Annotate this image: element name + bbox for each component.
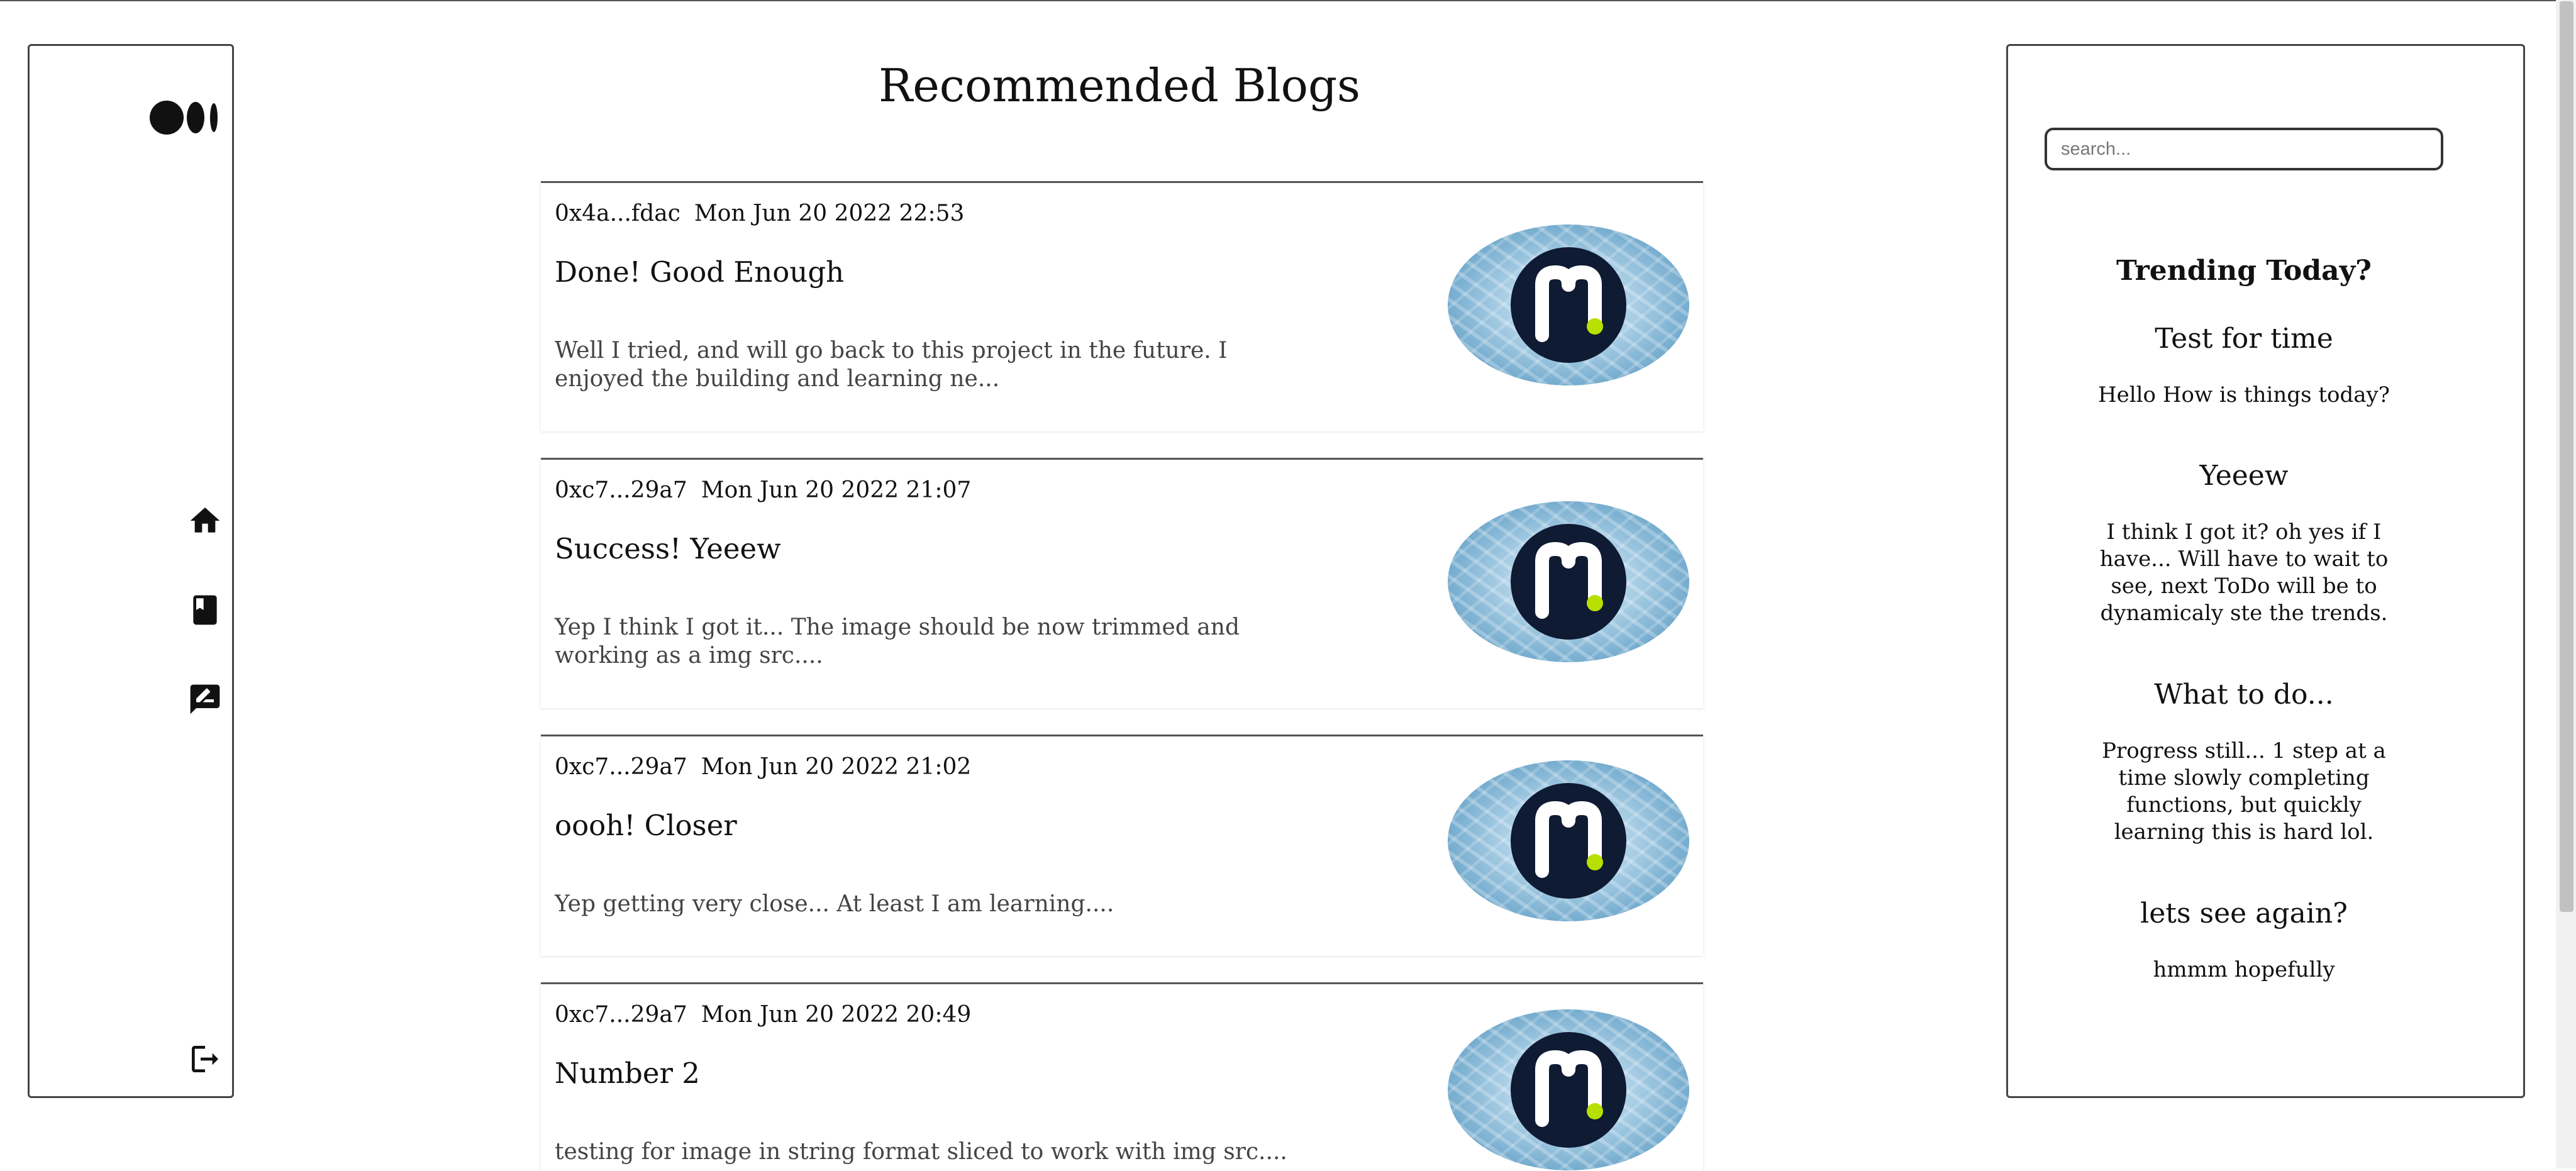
trending-item-body: Progress still... 1 step at a time slowl… [2102,738,2386,845]
trending-item-title[interactable]: Test for time [2045,321,2443,357]
medium-logo[interactable] [149,99,225,136]
book-icon[interactable] [183,588,227,632]
page-title: Recommended Blogs [878,59,1361,112]
trending-item-body: Hello How is things today? [2098,382,2390,408]
trending-item-title[interactable]: What to do... [2045,677,2443,713]
trending-heading: Trending Today? [2116,255,2372,287]
card-date: Mon Jun 20 2022 21:07 [701,477,972,503]
trending-item-title[interactable]: Yeeew [2045,458,2443,494]
card-title[interactable]: Success! Yeeew [555,531,781,567]
trending-item-body: I think I got it? oh yes if I have... Wi… [2099,519,2389,626]
card-date: Mon Jun 20 2022 22:53 [694,201,965,226]
blog-card[interactable]: 0xc7...29a7 Mon Jun 20 2022 20:49 Number … [541,982,1703,1171]
blog-card[interactable]: 0xc7...29a7 Mon Jun 20 2022 21:07 Success… [541,458,1703,708]
logout-icon[interactable] [183,1037,227,1081]
card-meta: 0x4a...fdac Mon Jun 20 2022 22:53 [555,199,964,228]
scrollbar-thumb[interactable] [2560,1,2573,912]
blog-logo-icon [1511,524,1626,640]
card-title[interactable]: oooh! Closer [555,808,737,843]
write-icon[interactable] [183,677,227,721]
card-excerpt: testing for image in string format slice… [555,1139,1287,1165]
blog-logo-icon [1511,783,1626,899]
card-date: Mon Jun 20 2022 21:02 [701,754,972,780]
left-sidebar [28,44,234,1098]
blog-feed: 0x4a...fdac Mon Jun 20 2022 22:53 Done! G… [541,181,1703,1171]
trending-item-body: hmmm hopefully [2153,957,2335,982]
card-title[interactable]: Number 2 [555,1056,700,1091]
card-meta: 0xc7...29a7 Mon Jun 20 2022 20:49 [555,1001,971,1029]
home-icon[interactable] [183,499,227,543]
card-author[interactable]: 0xc7...29a7 [555,1002,687,1028]
blog-card[interactable]: 0x4a...fdac Mon Jun 20 2022 22:53 Done! G… [541,181,1703,431]
card-excerpt: Yep getting very close... At least I am … [555,891,1114,917]
trending-item-title[interactable]: lets see again? [2045,896,2443,931]
card-meta: 0xc7...29a7 Mon Jun 20 2022 21:07 [555,476,971,505]
card-image[interactable] [1448,1009,1689,1170]
card-author[interactable]: 0xc7...29a7 [555,754,687,780]
top-border [0,0,2576,1]
card-author[interactable]: 0xc7...29a7 [555,477,687,503]
card-image[interactable] [1448,760,1689,921]
right-sidebar: Trending Today? Test for time Hello How … [2006,44,2525,1098]
card-image[interactable] [1448,501,1689,662]
card-image[interactable] [1448,225,1689,386]
card-author[interactable]: 0x4a...fdac [555,201,680,226]
card-date: Mon Jun 20 2022 20:49 [701,1002,972,1028]
blog-card[interactable]: 0xc7...29a7 Mon Jun 20 2022 21:02 oooh! C… [541,735,1703,956]
card-excerpt: Yep I think I got it... The image should… [555,614,1240,669]
card-meta: 0xc7...29a7 Mon Jun 20 2022 21:02 [555,753,971,782]
blog-logo-icon [1511,1032,1626,1148]
card-excerpt: Well I tried, and will go back to this p… [555,338,1228,392]
card-title[interactable]: Done! Good Enough [555,255,844,290]
blog-logo-icon [1511,247,1626,363]
search-input[interactable] [2045,128,2443,170]
